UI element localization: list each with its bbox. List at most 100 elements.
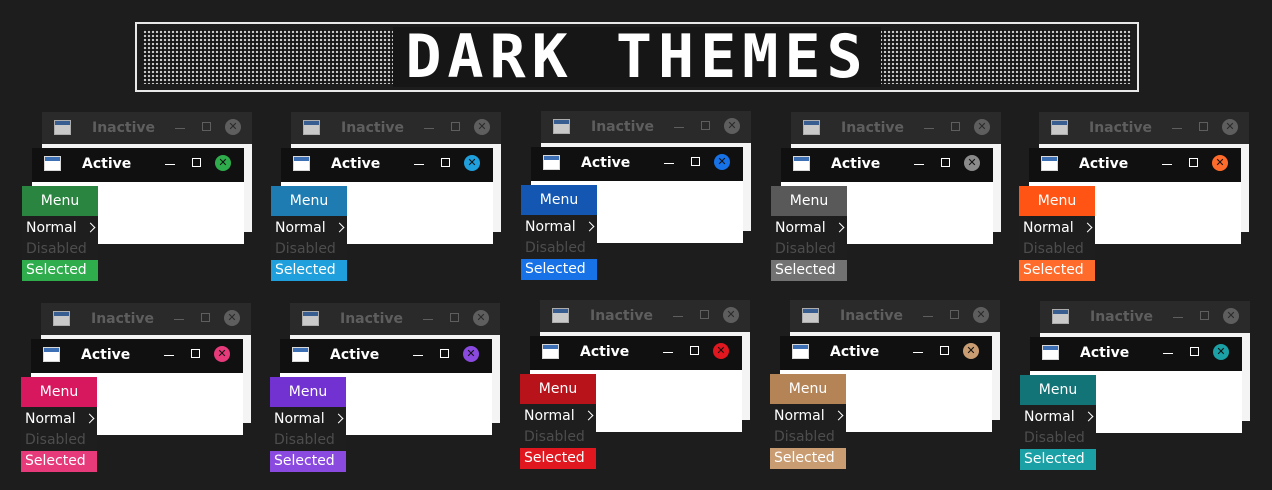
close-icon[interactable]: ✕	[714, 154, 730, 170]
maximize-icon[interactable]	[450, 313, 459, 322]
maximize-icon[interactable]	[440, 349, 449, 358]
menu-item-normal[interactable]: Normal	[1020, 407, 1096, 428]
close-icon[interactable]: ✕	[214, 346, 230, 362]
active-titlebar[interactable]: Active ✕	[780, 336, 992, 368]
close-icon[interactable]: ✕	[474, 119, 490, 135]
menu-button[interactable]: Menu	[271, 186, 347, 216]
menu-item-normal[interactable]: Normal	[1019, 218, 1095, 239]
minimize-icon[interactable]	[413, 348, 423, 362]
menu-button[interactable]: Menu	[22, 186, 98, 216]
menu-button[interactable]: Menu	[21, 377, 97, 407]
menu-button[interactable]: Menu	[771, 186, 847, 216]
active-titlebar[interactable]: Active ✕	[530, 336, 742, 368]
active-titlebar[interactable]: Active ✕	[281, 148, 493, 180]
active-titlebar[interactable]: Active ✕	[31, 339, 243, 371]
menu-item-selected[interactable]: Selected	[21, 451, 97, 472]
close-icon[interactable]: ✕	[963, 343, 979, 359]
maximize-icon[interactable]	[941, 158, 950, 167]
inactive-titlebar[interactable]: Inactive ✕	[1039, 112, 1249, 144]
maximize-icon[interactable]	[690, 346, 699, 355]
inactive-titlebar[interactable]: Inactive ✕	[541, 111, 751, 143]
menu-item-normal[interactable]: Normal	[271, 218, 347, 239]
maximize-icon[interactable]	[202, 122, 211, 131]
maximize-icon[interactable]	[1200, 311, 1209, 320]
maximize-icon[interactable]	[701, 121, 710, 130]
minimize-icon[interactable]	[1173, 310, 1183, 324]
minimize-icon[interactable]	[165, 157, 175, 171]
minimize-icon[interactable]	[1163, 346, 1173, 360]
minimize-icon[interactable]	[164, 348, 174, 362]
minimize-icon[interactable]	[424, 121, 434, 135]
minimize-icon[interactable]	[673, 309, 683, 323]
menu-item-normal[interactable]: Normal	[520, 406, 596, 427]
close-icon[interactable]: ✕	[1213, 344, 1229, 360]
menu-button[interactable]: Menu	[520, 374, 596, 404]
close-icon[interactable]: ✕	[224, 310, 240, 326]
close-icon[interactable]: ✕	[463, 346, 479, 362]
menu-item-selected[interactable]: Selected	[270, 451, 346, 472]
close-icon[interactable]: ✕	[974, 119, 990, 135]
menu-item-normal[interactable]: Normal	[22, 218, 98, 239]
inactive-titlebar[interactable]: Inactive ✕	[790, 300, 1000, 332]
close-icon[interactable]: ✕	[723, 307, 739, 323]
minimize-icon[interactable]	[663, 345, 673, 359]
menu-item-normal[interactable]: Normal	[770, 406, 846, 427]
close-icon[interactable]: ✕	[713, 343, 729, 359]
close-icon[interactable]: ✕	[1212, 155, 1228, 171]
minimize-icon[interactable]	[664, 156, 674, 170]
menu-button[interactable]: Menu	[1019, 186, 1095, 216]
minimize-icon[interactable]	[913, 345, 923, 359]
active-titlebar[interactable]: Active ✕	[1030, 337, 1242, 369]
inactive-titlebar[interactable]: Inactive ✕	[540, 300, 750, 332]
inactive-titlebar[interactable]: Inactive ✕	[1040, 301, 1250, 333]
menu-button[interactable]: Menu	[270, 377, 346, 407]
maximize-icon[interactable]	[191, 349, 200, 358]
menu-item-selected[interactable]: Selected	[22, 260, 98, 281]
menu-item-selected[interactable]: Selected	[521, 259, 597, 280]
minimize-icon[interactable]	[923, 309, 933, 323]
maximize-icon[interactable]	[201, 313, 210, 322]
menu-item-selected[interactable]: Selected	[1019, 260, 1095, 281]
active-titlebar[interactable]: Active ✕	[1029, 148, 1241, 180]
menu-item-selected[interactable]: Selected	[520, 448, 596, 469]
maximize-icon[interactable]	[441, 158, 450, 167]
minimize-icon[interactable]	[414, 157, 424, 171]
active-titlebar[interactable]: Active ✕	[781, 148, 993, 180]
maximize-icon[interactable]	[700, 310, 709, 319]
menu-item-normal[interactable]: Normal	[270, 409, 346, 430]
close-icon[interactable]: ✕	[724, 118, 740, 134]
minimize-icon[interactable]	[674, 120, 684, 134]
close-icon[interactable]: ✕	[464, 155, 480, 171]
inactive-titlebar[interactable]: Inactive ✕	[42, 112, 252, 144]
menu-button[interactable]: Menu	[1020, 375, 1096, 405]
active-titlebar[interactable]: Active ✕	[531, 147, 743, 179]
maximize-icon[interactable]	[1189, 158, 1198, 167]
menu-button[interactable]: Menu	[770, 374, 846, 404]
minimize-icon[interactable]	[423, 312, 433, 326]
minimize-icon[interactable]	[914, 157, 924, 171]
active-titlebar[interactable]: Active ✕	[280, 339, 492, 371]
menu-item-selected[interactable]: Selected	[770, 448, 846, 469]
maximize-icon[interactable]	[950, 310, 959, 319]
close-icon[interactable]: ✕	[473, 310, 489, 326]
close-icon[interactable]: ✕	[215, 155, 231, 171]
minimize-icon[interactable]	[924, 121, 934, 135]
close-icon[interactable]: ✕	[973, 307, 989, 323]
maximize-icon[interactable]	[451, 122, 460, 131]
minimize-icon[interactable]	[1162, 157, 1172, 171]
maximize-icon[interactable]	[192, 158, 201, 167]
inactive-titlebar[interactable]: Inactive ✕	[291, 112, 501, 144]
close-icon[interactable]: ✕	[1223, 308, 1239, 324]
menu-item-selected[interactable]: Selected	[771, 260, 847, 281]
maximize-icon[interactable]	[1199, 122, 1208, 131]
inactive-titlebar[interactable]: Inactive ✕	[290, 303, 500, 335]
inactive-titlebar[interactable]: Inactive ✕	[791, 112, 1001, 144]
active-titlebar[interactable]: Active ✕	[32, 148, 244, 180]
menu-item-selected[interactable]: Selected	[271, 260, 347, 281]
minimize-icon[interactable]	[174, 312, 184, 326]
minimize-icon[interactable]	[175, 121, 185, 135]
menu-item-normal[interactable]: Normal	[521, 217, 597, 238]
maximize-icon[interactable]	[691, 157, 700, 166]
close-icon[interactable]: ✕	[964, 155, 980, 171]
menu-item-normal[interactable]: Normal	[21, 409, 97, 430]
